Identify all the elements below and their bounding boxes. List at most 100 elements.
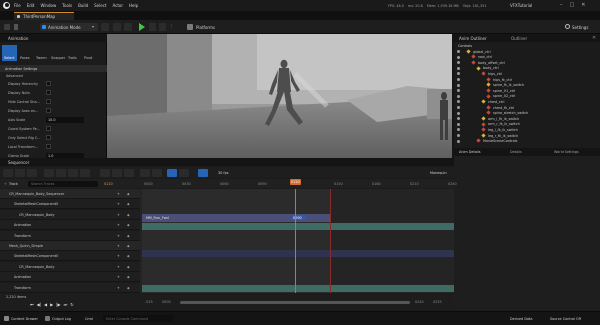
- curve-editor-button[interactable]: [100, 168, 110, 177]
- outliner-item[interactable]: leg_r_fk_ik_switch: [454, 133, 600, 138]
- outliner-item[interactable]: chest_fk_ctrl: [454, 105, 600, 110]
- visibility-icon[interactable]: [457, 89, 460, 93]
- key-nav-icon[interactable]: ◆: [127, 192, 130, 196]
- outliner-item[interactable]: spine_01_ctrl: [454, 88, 600, 93]
- cinematics-button[interactable]: [124, 23, 132, 31]
- key-nav-icon[interactable]: ◆: [127, 202, 130, 206]
- filter-button[interactable]: [80, 168, 90, 177]
- tab-details[interactable]: Details: [510, 150, 522, 154]
- menu-window[interactable]: Window: [40, 3, 56, 8]
- timeline-scrollbar[interactable]: [180, 301, 410, 304]
- tool-select[interactable]: Select: [2, 45, 17, 61]
- range-end[interactable]: 0240: [415, 300, 424, 304]
- transform-section[interactable]: [142, 223, 454, 230]
- outliner-item[interactable]: hips_ctrl: [454, 71, 600, 76]
- level-viewport[interactable]: [107, 34, 452, 158]
- loop-icon[interactable]: ↻: [70, 302, 73, 307]
- visibility-icon[interactable]: [457, 134, 460, 137]
- tab-anim-details[interactable]: Anim Details: [459, 150, 481, 154]
- animation-section[interactable]: MM_Run_Fwd 0090: [142, 214, 330, 222]
- add-key-plus-icon[interactable]: +: [117, 192, 120, 196]
- track-row[interactable]: SkeletalMeshComponent0 + ◆: [0, 251, 140, 262]
- step-forward-icon[interactable]: |▶: [56, 302, 60, 307]
- stop-icon[interactable]: [159, 23, 166, 31]
- magnet-button[interactable]: [198, 168, 208, 177]
- track-group-row[interactable]: Mesh_Quinn_Simple + ◆: [0, 241, 140, 251]
- outliner-item[interactable]: body_ctrl: [454, 65, 600, 71]
- setting-checkbox[interactable]: [46, 144, 51, 149]
- settings-button[interactable]: Settings: [572, 25, 588, 30]
- platforms-button[interactable]: Platforms: [196, 25, 215, 30]
- visibility-icon[interactable]: [457, 66, 460, 70]
- visibility-icon[interactable]: [457, 55, 460, 59]
- fps-selector[interactable]: 30 fps: [218, 171, 229, 175]
- visibility-icon[interactable]: [457, 100, 460, 104]
- content-drawer-button[interactable]: Content Drawer: [11, 317, 38, 321]
- visibility-icon[interactable]: [457, 111, 460, 115]
- console-input[interactable]: Enter Console Command: [103, 315, 173, 322]
- menu-tools[interactable]: Tools: [62, 3, 72, 8]
- outliner-item[interactable]: body_offset_ctrl: [454, 60, 600, 65]
- advanced-section[interactable]: Advanced: [6, 74, 23, 78]
- key-nav-icon[interactable]: ◆: [127, 275, 130, 279]
- add-key-plus-icon[interactable]: +: [117, 234, 120, 238]
- track-row[interactable]: Transform + ◆: [0, 230, 140, 241]
- cmd-button[interactable]: Cmd: [85, 317, 93, 321]
- visibility-icon[interactable]: [457, 78, 460, 81]
- outliner-item[interactable]: arm_r_fk_ik_switch: [454, 121, 600, 127]
- timeline-ruler[interactable]: 0000 0030 0060 0090 0150 0180 0210 0240 0120: [140, 179, 457, 188]
- save-icon[interactable]: [4, 24, 10, 30]
- menu-actor[interactable]: Actor: [112, 3, 123, 8]
- tool-trails[interactable]: Trails: [66, 45, 81, 61]
- snap-button[interactable]: [140, 168, 150, 177]
- clip-marker[interactable]: 0090: [292, 215, 305, 220]
- track-search-input[interactable]: Search Tracks: [28, 180, 98, 187]
- render-button[interactable]: [27, 168, 37, 177]
- key-nav-icon[interactable]: ◆: [127, 213, 130, 217]
- outliner-item[interactable]: spine_02_ctrl: [454, 93, 600, 99]
- track-row[interactable]: Animation + ◆: [0, 220, 140, 231]
- menu-help[interactable]: Help: [129, 3, 138, 8]
- setting-checkbox[interactable]: [46, 90, 51, 95]
- derived-data-button[interactable]: Derived Data: [510, 317, 532, 321]
- output-log-button[interactable]: Output Log: [52, 317, 71, 321]
- blueprint-button[interactable]: [113, 23, 121, 31]
- visibility-icon[interactable]: [457, 83, 460, 87]
- current-frame-display[interactable]: 0120: [104, 182, 113, 186]
- track-row[interactable]: SkeletalMeshComponent0 + ◆: [0, 199, 140, 210]
- tool-poses[interactable]: Poses: [18, 45, 33, 61]
- jump-start-icon[interactable]: ⏮: [30, 302, 34, 307]
- maximize-icon[interactable]: □: [570, 2, 582, 8]
- visibility-icon[interactable]: [457, 106, 460, 109]
- add-key-plus-icon[interactable]: +: [117, 275, 120, 279]
- menu-select[interactable]: Select: [94, 3, 106, 8]
- play-icon[interactable]: [139, 23, 145, 31]
- step-icon[interactable]: [149, 23, 156, 31]
- outliner-item[interactable]: spine_fk_ik_switch: [454, 82, 600, 88]
- key-button[interactable]: [68, 168, 78, 177]
- setting-value-field[interactable]: 10.0: [46, 117, 84, 123]
- outliner-item[interactable]: chest_ctrl: [454, 99, 600, 104]
- move-tool-button[interactable]: [167, 168, 177, 177]
- outliner-item[interactable]: MovieSceneControls: [454, 138, 600, 144]
- key-nav-icon[interactable]: ◆: [127, 265, 130, 269]
- track-row[interactable]: Transform + ◆: [0, 282, 140, 293]
- setting-checkbox[interactable]: [46, 135, 51, 140]
- content-icon[interactable]: [14, 24, 18, 30]
- camera-button[interactable]: [56, 168, 66, 177]
- visibility-icon[interactable]: [457, 139, 460, 143]
- source-control-button[interactable]: Source Control Off: [550, 317, 581, 321]
- key-nav-icon[interactable]: ◆: [127, 244, 130, 248]
- select-tool-button[interactable]: [179, 168, 189, 177]
- playback-options-button[interactable]: [124, 168, 134, 177]
- add-key-plus-icon[interactable]: +: [117, 213, 120, 217]
- controls-section[interactable]: Controls: [458, 44, 472, 48]
- tab-anim-outliner[interactable]: Anim Outliner: [459, 36, 487, 41]
- track-row[interactable]: CR_Mannequin_Body + ◆: [0, 261, 140, 272]
- add-key-plus-icon[interactable]: +: [117, 244, 120, 248]
- actor-button[interactable]: [44, 168, 54, 177]
- add-track-plus-icon[interactable]: +: [4, 182, 7, 186]
- visibility-icon[interactable]: [457, 117, 460, 121]
- play-reverse-icon[interactable]: ◀: [44, 302, 47, 307]
- visibility-icon[interactable]: [457, 94, 460, 98]
